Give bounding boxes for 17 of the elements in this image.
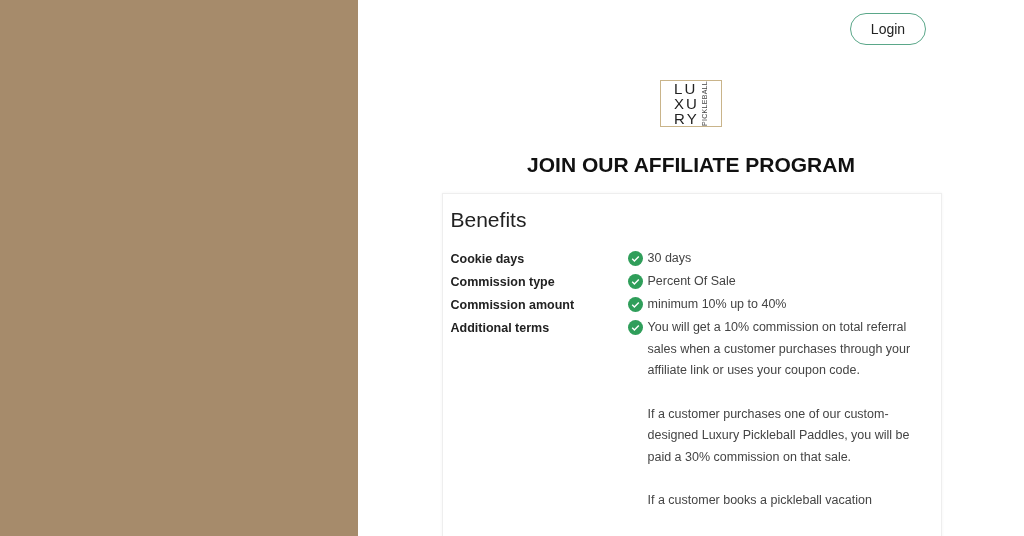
benefit-label: Additional terms — [450, 320, 551, 338]
check-icon — [627, 297, 643, 313]
card-heading: Benefits — [450, 208, 528, 233]
check-icon — [627, 320, 643, 336]
login-button[interactable]: Login — [850, 13, 926, 45]
check-icon — [627, 274, 643, 290]
benefit-value: minimum 10% up to 40% — [647, 296, 788, 314]
benefit-value: Percent Of Sale — [647, 273, 737, 291]
benefit-label: Cookie days — [450, 251, 526, 269]
page-title: JOIN OUR AFFILIATE PROGRAM — [527, 153, 855, 178]
benefit-value: If a customer purchases one of our custom-designed Luxury Pickleball Paddles, you will be paid a 30% commission on that sale. — [647, 405, 911, 466]
benefit-label: Commission type — [450, 274, 556, 292]
benefit-value: You will get a 10% commission on total referral sales when a customer purchases through your affiliate link or uses your coupon code. — [647, 319, 912, 380]
check-icon — [627, 251, 643, 267]
benefit-value: 30 days — [647, 250, 693, 268]
benefit-value: If a customer books a pickleball vacation — [647, 492, 873, 510]
benefit-label: Commission amount — [450, 297, 576, 315]
